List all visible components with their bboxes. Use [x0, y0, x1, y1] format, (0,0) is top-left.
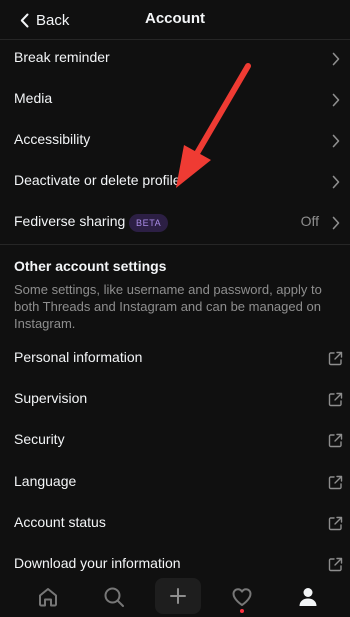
account-status-row[interactable]: Account status — [0, 503, 350, 544]
fediverse-sharing-row[interactable]: Fediverse sharing BETA Off — [0, 202, 350, 243]
new-thread-button[interactable] — [155, 578, 201, 614]
bottom-tab-bar — [0, 577, 350, 617]
personal-information-label: Personal information — [14, 349, 143, 365]
language-label: Language — [14, 473, 77, 489]
break-reminder-row[interactable]: Break reminder — [0, 38, 350, 79]
chevron-right-icon — [332, 216, 340, 230]
profile-icon — [299, 588, 317, 606]
chevron-right-icon — [332, 134, 340, 148]
profile-tab[interactable] — [283, 577, 333, 617]
accessibility-label: Accessibility — [14, 131, 91, 147]
fediverse-status: Off — [300, 213, 319, 229]
security-label: Security — [14, 431, 65, 447]
accessibility-row[interactable]: Accessibility — [0, 120, 350, 161]
media-row[interactable]: Media — [0, 79, 350, 120]
chevron-right-icon — [332, 175, 340, 189]
chevron-right-icon — [332, 52, 340, 66]
external-link-icon — [328, 351, 343, 366]
home-icon — [39, 588, 57, 607]
heart-icon — [232, 588, 252, 606]
notification-dot — [240, 609, 244, 613]
external-link-icon — [328, 516, 343, 531]
personal-information-row[interactable]: Personal information — [0, 338, 350, 379]
supervision-row[interactable]: Supervision — [0, 379, 350, 420]
other-settings-title: Other account settings — [14, 258, 167, 274]
media-label: Media — [14, 90, 53, 106]
external-link-icon — [328, 392, 343, 407]
external-link-icon — [328, 475, 343, 490]
chevron-right-icon — [332, 93, 340, 107]
supervision-label: Supervision — [14, 390, 88, 406]
deactivate-profile-label: Deactivate or delete profile — [14, 172, 181, 188]
fediverse-sharing-label: Fediverse sharing — [14, 213, 126, 229]
search-tab[interactable] — [89, 577, 139, 617]
external-link-icon — [328, 557, 343, 572]
deactivate-profile-row[interactable]: Deactivate or delete profile — [0, 161, 350, 202]
beta-badge: BETA — [129, 214, 169, 232]
external-link-icon — [328, 433, 343, 448]
account-status-label: Account status — [14, 514, 106, 530]
security-row[interactable]: Security — [0, 420, 350, 461]
break-reminder-label: Break reminder — [14, 49, 110, 65]
section-divider — [0, 244, 350, 245]
header: Back Account — [0, 0, 350, 40]
other-settings-description: Some settings, like username and passwor… — [14, 282, 322, 331]
plus-icon — [170, 588, 186, 604]
language-row[interactable]: Language — [0, 462, 350, 503]
home-tab[interactable] — [23, 577, 73, 617]
page-title: Account — [145, 10, 205, 27]
download-information-label: Download your information — [14, 555, 181, 571]
search-icon — [104, 587, 124, 607]
